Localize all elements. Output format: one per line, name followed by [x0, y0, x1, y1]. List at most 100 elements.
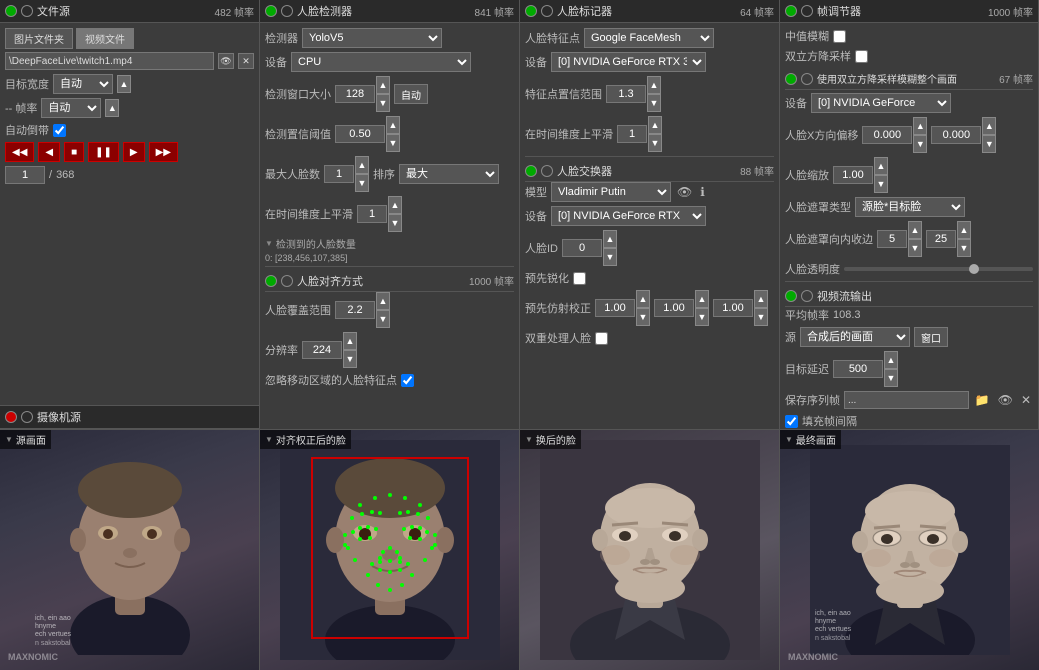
double-face-checkbox[interactable]	[595, 332, 608, 345]
blur-down[interactable]: ▼	[957, 239, 971, 257]
mask-type-select[interactable]: 源脸*目标脸	[855, 197, 965, 217]
affine-y-down[interactable]: ▼	[695, 308, 709, 326]
model-info-btn[interactable]: ℹ	[698, 185, 707, 199]
face-id-down[interactable]: ▼	[603, 248, 617, 266]
power-btn-detector[interactable]	[265, 5, 277, 17]
coverage-down[interactable]: ▼	[376, 310, 390, 328]
skip-fwd-btn[interactable]: ▶▶	[149, 142, 178, 162]
prev-btn[interactable]: ◀	[38, 142, 60, 162]
source-select[interactable]: 合成后的画面	[800, 327, 910, 347]
pause-btn[interactable]: ❚❚	[88, 142, 119, 162]
face-scale-up[interactable]: ▲	[874, 157, 888, 175]
power-btn-align[interactable]	[265, 275, 277, 287]
resolution-input[interactable]	[302, 341, 342, 359]
affine-x-down[interactable]: ▼	[636, 308, 650, 326]
blur-input[interactable]	[926, 230, 956, 248]
check-marker[interactable]	[541, 5, 553, 17]
erode-input[interactable]	[877, 230, 907, 248]
range-up[interactable]: ▲	[647, 76, 661, 94]
window-size-up[interactable]: ▲	[376, 76, 390, 94]
check-camera[interactable]	[21, 411, 33, 423]
blur-up[interactable]: ▲	[957, 221, 971, 239]
max-faces-down[interactable]: ▼	[355, 174, 369, 192]
check-swapper[interactable]	[541, 165, 553, 177]
y-offset-input[interactable]	[931, 126, 981, 144]
target-width-up[interactable]: ▲	[117, 75, 131, 93]
check-detector[interactable]	[281, 5, 293, 17]
confidence-up[interactable]: ▲	[386, 116, 400, 134]
pre-affine-x-input[interactable]	[595, 299, 635, 317]
power-btn-marker[interactable]	[525, 5, 537, 17]
coverage-up[interactable]: ▲	[376, 292, 390, 310]
detector-select[interactable]: YoloV5	[302, 28, 442, 48]
smooth2-up[interactable]: ▲	[648, 116, 662, 134]
range-input[interactable]	[606, 85, 646, 103]
affine-z-up[interactable]: ▲	[754, 290, 768, 308]
adj-device-select[interactable]: [0] NVIDIA GeForce	[811, 93, 951, 113]
check-file[interactable]	[21, 5, 33, 17]
check-adjuster[interactable]	[801, 5, 813, 17]
landmark-select[interactable]: Google FaceMesh	[584, 28, 714, 48]
fps-select[interactable]: 自动	[41, 98, 101, 118]
affine-x-up[interactable]: ▲	[636, 290, 650, 308]
stop-btn[interactable]: ■	[64, 142, 84, 162]
detector-device-select[interactable]: CPU	[291, 52, 471, 72]
face-scale-input[interactable]	[833, 166, 873, 184]
smooth1-up[interactable]: ▲	[388, 196, 402, 214]
confidence-input[interactable]	[335, 125, 385, 143]
power-btn-file[interactable]	[5, 5, 17, 17]
eye-icon-file[interactable]: 👁	[218, 53, 234, 69]
power-btn-adjuster[interactable]	[785, 5, 797, 17]
power-btn-swapper[interactable]	[525, 165, 537, 177]
delay-input[interactable]	[833, 360, 883, 378]
close-btn-file[interactable]: ✕	[238, 53, 254, 69]
play-btn[interactable]: ▶	[123, 142, 145, 162]
x-offset-input[interactable]	[862, 126, 912, 144]
model-select[interactable]: Vladimir Putin	[551, 182, 671, 202]
coverage-input[interactable]	[335, 301, 375, 319]
resolution-up[interactable]: ▲	[343, 332, 357, 350]
erode-down[interactable]: ▼	[908, 239, 922, 257]
face-scale-down[interactable]: ▼	[874, 175, 888, 193]
face-id-input[interactable]	[562, 239, 602, 257]
median-checkbox[interactable]	[833, 30, 846, 43]
check-align[interactable]	[281, 275, 293, 287]
max-faces-input[interactable]	[324, 165, 354, 183]
pre-affine-y-input[interactable]	[654, 299, 694, 317]
smooth1-input[interactable]	[357, 205, 387, 223]
window-btn[interactable]: 窗口	[914, 327, 948, 347]
marker-device-select[interactable]: [0] NVIDIA GeForce RTX 3	[551, 52, 706, 72]
save-close-btn[interactable]: ✕	[1019, 393, 1033, 407]
save-eye-btn[interactable]: 👁	[996, 393, 1015, 407]
auto-btn-window[interactable]: 自动	[394, 84, 428, 104]
range-down[interactable]: ▼	[647, 94, 661, 112]
x-offset-up[interactable]: ▲	[913, 117, 927, 135]
affine-y-up[interactable]: ▲	[695, 290, 709, 308]
max-faces-up[interactable]: ▲	[355, 156, 369, 174]
affine-z-down[interactable]: ▼	[754, 308, 768, 326]
target-width-select[interactable]: 自动	[53, 74, 113, 94]
window-size-input[interactable]	[335, 85, 375, 103]
tab-image-folder[interactable]: 图片文件夹	[5, 28, 73, 49]
confidence-down[interactable]: ▼	[386, 134, 400, 152]
fps-up[interactable]: ▲	[105, 99, 119, 117]
fill-interval-checkbox[interactable]	[785, 415, 798, 428]
power-btn-camera[interactable]	[5, 411, 17, 423]
window-size-down[interactable]: ▼	[376, 94, 390, 112]
bilateral-checkbox[interactable]	[855, 50, 868, 63]
sort-select[interactable]: 最大	[399, 164, 499, 184]
pre-affine-z-input[interactable]	[713, 299, 753, 317]
smooth2-input[interactable]	[617, 125, 647, 143]
delay-up[interactable]: ▲	[884, 351, 898, 369]
skip-back-btn[interactable]: ◀◀	[5, 142, 34, 162]
delay-down[interactable]: ▼	[884, 369, 898, 387]
erode-up[interactable]: ▲	[908, 221, 922, 239]
tab-video-file[interactable]: 视频文件	[76, 28, 134, 49]
model-eye-btn[interactable]: 👁	[675, 185, 694, 199]
x-offset-down[interactable]: ▼	[913, 135, 927, 153]
power-btn-output[interactable]	[785, 290, 797, 302]
resolution-down[interactable]: ▼	[343, 350, 357, 368]
smooth1-down[interactable]: ▼	[388, 214, 402, 232]
check-bicubic[interactable]	[801, 73, 813, 85]
save-folder-btn[interactable]: 📁	[973, 393, 992, 407]
